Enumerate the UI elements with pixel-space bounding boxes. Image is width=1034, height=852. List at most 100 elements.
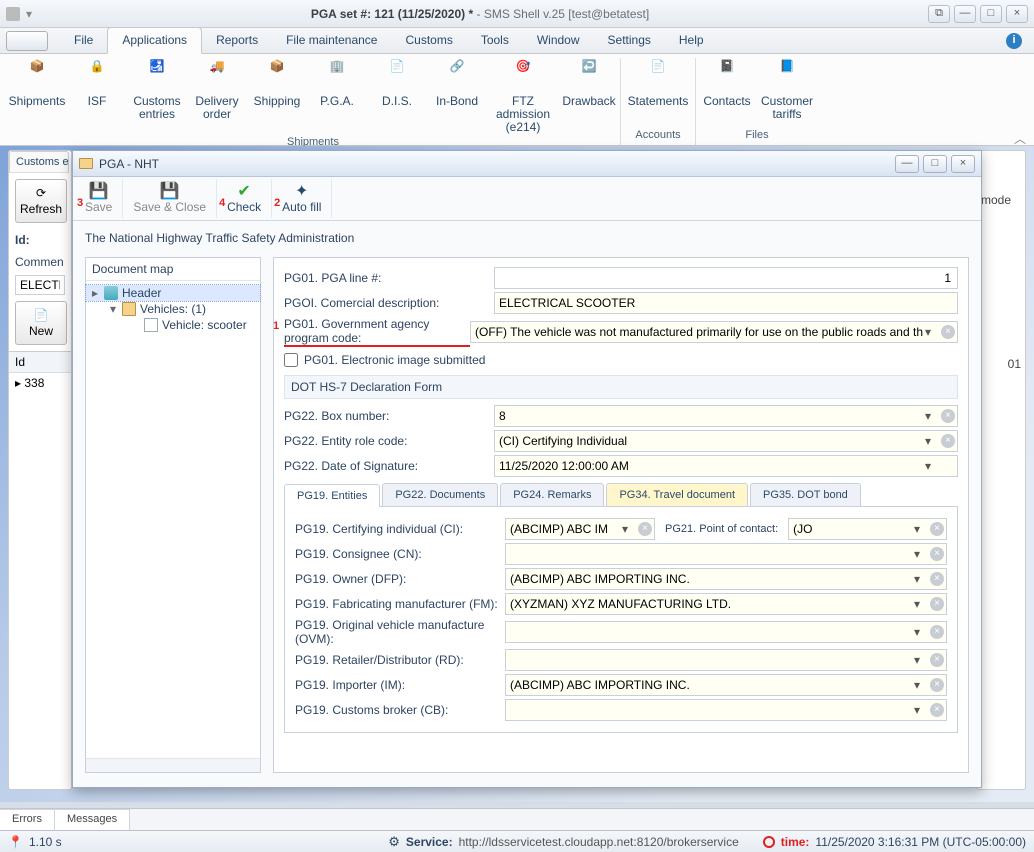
menu-applications[interactable]: Applications [107, 27, 202, 54]
tree-scrollbar[interactable] [86, 758, 260, 772]
menu-help[interactable]: Help [665, 28, 718, 53]
clear-icon[interactable]: × [930, 597, 944, 611]
pgoi-desc-input[interactable] [494, 292, 958, 314]
clear-icon[interactable]: × [930, 625, 944, 639]
chevron-down-icon[interactable]: ▾ [925, 325, 939, 339]
tree-header[interactable]: ▸Header [86, 285, 260, 301]
menu-tools[interactable]: Tools [467, 28, 523, 53]
fm-select[interactable]: (XYZMAN) XYZ MANUFACTURING LTD.▾× [505, 593, 947, 615]
menu-file[interactable]: File [60, 28, 107, 53]
menu-settings[interactable]: Settings [594, 28, 665, 53]
im-select[interactable]: (ABCIMP) ABC IMPORTING INC.▾× [505, 674, 947, 696]
pg22-date-select[interactable]: 11/25/2020 12:00:00 AM▾ [494, 455, 958, 477]
bg-grid-row[interactable]: ▸ 338 [9, 373, 71, 393]
save-close-button[interactable]: 💾Save & Close [123, 179, 217, 218]
ci-select[interactable]: (ABCIMP) ABC IM▾× [505, 518, 655, 540]
cn-select[interactable]: ▾× [505, 543, 947, 565]
clear-icon[interactable]: × [941, 409, 955, 423]
ribbon-ftz-admission[interactable]: 🎯FTZ admission (e214) [492, 58, 554, 134]
chevron-down-icon[interactable]: ▾ [914, 522, 928, 536]
chevron-down-icon[interactable]: ▾ [925, 409, 939, 423]
ribbon-statements[interactable]: 📄Statements [627, 58, 689, 127]
minimize-button[interactable]: — [954, 5, 976, 23]
save-button[interactable]: 💾Save3 [75, 179, 123, 218]
pg22-box-select[interactable]: 8▾× [494, 405, 958, 427]
color-palette-button[interactable] [6, 31, 48, 51]
dfp-select[interactable]: (ABCIMP) ABC IMPORTING INC.▾× [505, 568, 947, 590]
tab-messages[interactable]: Messages [55, 809, 130, 830]
ribbon-in-bond[interactable]: 🔗In-Bond [432, 58, 482, 134]
pg01-code-select[interactable]: (OFF) The vehicle was not manufactured p… [470, 321, 958, 343]
comment-input[interactable] [15, 275, 65, 295]
chevron-down-icon[interactable]: ▾ [925, 434, 939, 448]
info-icon[interactable]: i [1006, 33, 1022, 49]
tab-entities[interactable]: PG19. Entities [284, 484, 380, 507]
tab-errors[interactable]: Errors [0, 809, 55, 830]
chevron-down-icon[interactable]: ▾ [914, 597, 928, 611]
autofill-button[interactable]: ✦Auto fill2 [272, 179, 332, 218]
clear-icon[interactable]: × [930, 547, 944, 561]
bg-tab[interactable]: Customs e [9, 151, 69, 173]
ribbon-shipments[interactable]: 📦Shipments [12, 58, 62, 134]
ovm-select[interactable]: ▾× [505, 621, 947, 643]
ribbon-pga[interactable]: 🏢P.G.A. [312, 58, 362, 134]
tree-vehicles[interactable]: ▾Vehicles: (1) [86, 301, 260, 317]
chevron-down-icon[interactable]: ▾ [925, 459, 939, 473]
clear-icon[interactable]: × [930, 653, 944, 667]
menu-customs[interactable]: Customs [391, 28, 466, 53]
chevron-down-icon[interactable]: ▾ [622, 522, 636, 536]
system-menu-icon[interactable] [6, 7, 20, 21]
clear-icon[interactable]: × [941, 434, 955, 448]
menubar: File Applications Reports File maintenan… [0, 28, 1034, 54]
clear-icon[interactable]: × [638, 522, 652, 536]
maximize-button[interactable]: □ [980, 5, 1002, 23]
chevron-down-icon[interactable]: ▾ [914, 653, 928, 667]
clear-icon[interactable]: × [930, 572, 944, 586]
bottom-tabs: Errors Messages [0, 808, 1034, 830]
pga-title: PGA - NHT [99, 157, 159, 171]
pg22-role-select[interactable]: (CI) Certifying Individual▾× [494, 430, 958, 452]
refresh-button[interactable]: ⟳Refresh [15, 179, 67, 223]
tab-travel-document[interactable]: PG34. Travel document [606, 483, 748, 506]
pga-maximize-button[interactable]: □ [923, 155, 947, 173]
tab-remarks[interactable]: PG24. Remarks [500, 483, 604, 506]
ribbon-group-files-label: Files [702, 127, 812, 145]
chevron-down-icon[interactable]: ▾ [914, 625, 928, 639]
close-button[interactable]: × [1006, 5, 1028, 23]
chevron-down-icon[interactable]: ▾ [914, 703, 928, 717]
restore-down-extra-icon[interactable]: ⧉ [928, 5, 950, 23]
tab-dot-bond[interactable]: PG35. DOT bond [750, 483, 861, 506]
pga-close-button[interactable]: × [951, 155, 975, 173]
rd-select[interactable]: ▾× [505, 649, 947, 671]
service-url[interactable]: http://ldsservicetest.cloudapp.net:8120/… [459, 835, 739, 849]
check-button[interactable]: ✔Check4 [217, 179, 272, 218]
tab-documents[interactable]: PG22. Documents [382, 483, 498, 506]
pga-titlebar[interactable]: PGA - NHT — □ × [73, 151, 981, 177]
menu-window[interactable]: Window [523, 28, 594, 53]
tree-vehicle-scooter[interactable]: Vehicle: scooter [86, 317, 260, 333]
menu-reports[interactable]: Reports [202, 28, 272, 53]
pg01-image-checkbox[interactable] [284, 353, 298, 367]
menu-file-maintenance[interactable]: File maintenance [272, 28, 391, 53]
ribbon-shipping[interactable]: 📦Shipping [252, 58, 302, 134]
ribbon-contacts[interactable]: 📓Contacts [702, 58, 752, 127]
ribbon-isf[interactable]: 🔒ISF [72, 58, 122, 134]
clear-icon[interactable]: × [930, 703, 944, 717]
pg01-line-input[interactable] [494, 267, 958, 289]
clear-icon[interactable]: × [941, 325, 955, 339]
pga-minimize-button[interactable]: — [895, 155, 919, 173]
ribbon-dis[interactable]: 📄D.I.S. [372, 58, 422, 134]
clear-icon[interactable]: × [930, 678, 944, 692]
ribbon-customs-entries[interactable]: 🛃Customs entries [132, 58, 182, 134]
chevron-down-icon[interactable]: ▾ [914, 547, 928, 561]
ribbon-drawback[interactable]: ↩️Drawback [564, 58, 614, 134]
chevron-down-icon[interactable]: ▾ [914, 572, 928, 586]
cb-select[interactable]: ▾× [505, 699, 947, 721]
ribbon-customer-tariffs[interactable]: 📘Customer tariffs [762, 58, 812, 127]
chevron-down-icon[interactable]: ▾ [914, 678, 928, 692]
new-button[interactable]: 📄New [15, 301, 67, 345]
ribbon-collapse-icon[interactable]: ︿ [1014, 130, 1026, 147]
ribbon-delivery-order[interactable]: 🚚Delivery order [192, 58, 242, 134]
clear-icon[interactable]: × [930, 522, 944, 536]
poc-select[interactable]: (JO▾× [788, 518, 947, 540]
